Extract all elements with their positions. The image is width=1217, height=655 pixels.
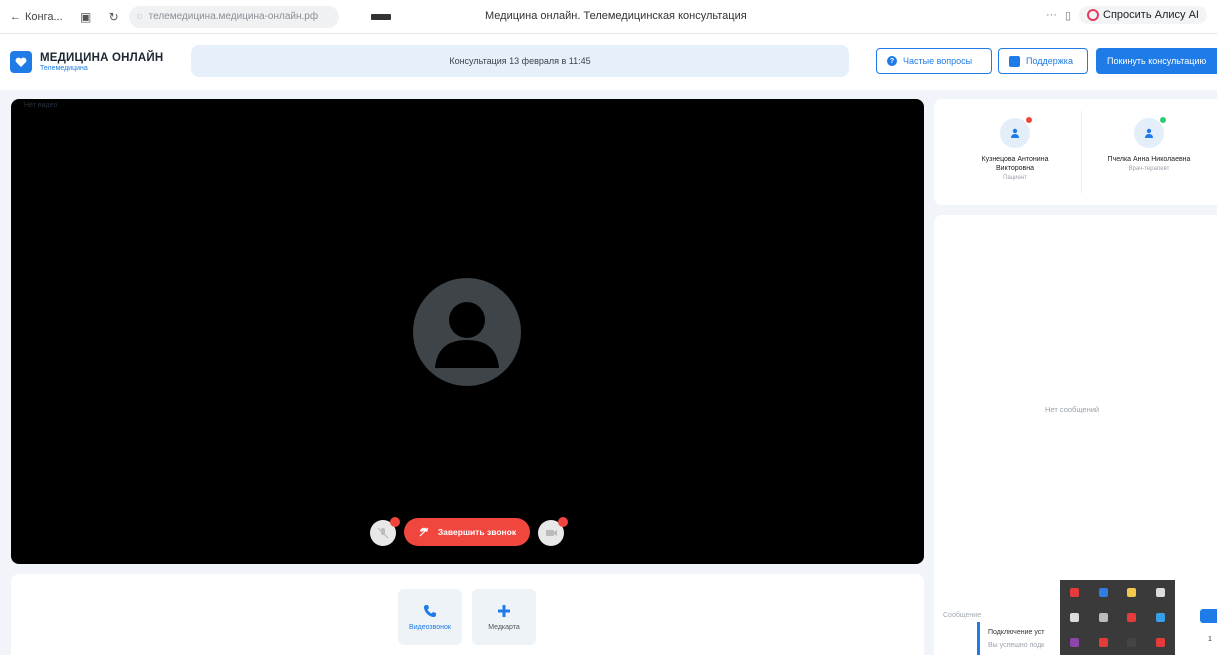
status-dot <box>1160 117 1166 123</box>
notification-subtitle: Вы успешно подк <box>988 642 1045 649</box>
address-text: телемедицина.медицина-онлайн.рф <box>148 11 319 22</box>
arrow-left-icon: ← <box>10 10 21 23</box>
end-call-button[interactable]: Завершить звонок <box>404 518 530 546</box>
pen-icon[interactable] <box>1156 588 1166 597</box>
address-bar[interactable]: ◌ телемедицина.медицина-онлайн.рф <box>128 5 339 28</box>
support-button[interactable]: Поддержка <box>998 48 1088 74</box>
send-button[interactable] <box>1200 609 1217 623</box>
connection-notification[interactable]: Подключение уст Вы успешно подк <box>977 622 1067 655</box>
page-tab-title: Медицина онлайн. Телемедицинская консуль… <box>485 10 747 22</box>
phone-icon <box>424 604 436 617</box>
mic-warning-badge <box>390 517 400 527</box>
alice-icon <box>1087 9 1100 21</box>
participants-panel: Кузнецова Антонина Викторовна Пациент Пч… <box>934 99 1217 205</box>
user-avatar-icon <box>413 278 521 386</box>
videocall-button[interactable]: Видеозвонок <box>398 589 462 645</box>
question-icon: ? <box>887 56 897 66</box>
medcard-button[interactable]: Медкарта <box>472 589 536 645</box>
check-icon[interactable] <box>1156 613 1166 622</box>
end-call-label: Завершить звонок <box>437 527 517 537</box>
videocall-label: Видеозвонок <box>409 623 451 631</box>
camera-off-icon <box>546 530 557 536</box>
browser-back-label: Конга... <box>25 10 63 23</box>
tabs-icon[interactable]: ▣ <box>79 10 93 24</box>
opera-icon[interactable] <box>1069 588 1079 597</box>
shield-icon: ◌ <box>136 11 143 22</box>
support-label: Поддержка <box>1026 56 1073 66</box>
logo-subtitle: Телемедицина <box>40 65 88 72</box>
system-tray-popup <box>1060 580 1175 655</box>
more-icon[interactable]: ··· <box>1046 9 1057 21</box>
participant-name: Пчелка Анна Николаевна <box>1107 156 1191 163</box>
person-icon <box>1011 128 1019 138</box>
record-icon[interactable] <box>1127 613 1137 622</box>
app-icon[interactable] <box>1127 588 1137 597</box>
microphone-button[interactable] <box>370 517 400 546</box>
bookmark-icon[interactable]: ▯ <box>1065 9 1071 22</box>
yandex-icon[interactable] <box>1156 638 1166 647</box>
leave-consultation-button[interactable]: Покинуть консультацию <box>1096 48 1217 74</box>
chat-icon <box>1009 55 1020 67</box>
microphone-off-icon <box>377 527 389 539</box>
window-icon[interactable] <box>1098 613 1108 622</box>
tab-indicator <box>370 13 391 20</box>
video-status-label: Нет видео <box>24 102 58 109</box>
heart-icon <box>10 51 32 73</box>
status-dot <box>1026 117 1032 123</box>
telegram-icon[interactable] <box>1069 613 1079 622</box>
notification-count: 1 <box>1208 636 1212 643</box>
participant-role: Пациент <box>1003 175 1027 181</box>
brush-icon[interactable] <box>1069 638 1079 647</box>
pencil-icon[interactable] <box>1127 638 1137 647</box>
plus-icon <box>498 604 510 617</box>
faq-button[interactable]: ? Частые вопросы <box>876 48 992 74</box>
browser-right-controls: ··· ▯ Спросить Алису AI <box>1046 6 1207 24</box>
ask-alice-label: Спросить Алису AI <box>1103 9 1199 21</box>
logo[interactable]: МЕДИЦИНА ОНЛАЙН Телемедицина <box>10 51 163 73</box>
hangup-icon <box>419 527 429 537</box>
message-input[interactable]: Сообщение <box>943 612 981 619</box>
browser-back-button[interactable]: ← Конга... <box>10 11 63 23</box>
bottom-toolbar <box>11 574 924 655</box>
notification-title: Подключение уст <box>988 629 1045 636</box>
camera-button[interactable] <box>538 517 568 546</box>
ask-alice-button[interactable]: Спросить Алису AI <box>1079 6 1207 24</box>
reload-icon[interactable]: ↻ <box>107 10 121 24</box>
doc-icon[interactable] <box>1098 638 1108 647</box>
consultation-info: Консультация 13 февраля в 11:45 <box>191 45 849 77</box>
leave-label: Покинуть консультацию <box>1107 56 1207 66</box>
chat-empty-label: Нет сообщений <box>1045 405 1100 414</box>
participant-avatar <box>1000 117 1032 148</box>
participant-doctor[interactable]: Пчелка Анна Николаевна Врач-терапевт <box>1084 117 1214 172</box>
participant-avatar <box>1134 117 1166 148</box>
browser-bar: ← Конга... ▣ ↻ ◌ телемедицина.медицина-о… <box>0 0 1217 34</box>
app-header: МЕДИЦИНА ОНЛАЙН Телемедицина Консультаци… <box>0 34 1217 90</box>
medcard-label: Медкарта <box>488 623 520 631</box>
participant-role: Врач-терапевт <box>1128 166 1170 172</box>
camera-warning-badge <box>558 517 568 527</box>
participant-patient[interactable]: Кузнецова Антонина Викторовна Пациент <box>950 117 1080 181</box>
logo-title: МЕДИЦИНА ОНЛАЙН <box>40 52 164 64</box>
participant-divider <box>1081 111 1082 193</box>
bluetooth-icon[interactable] <box>1098 588 1108 597</box>
faq-label: Частые вопросы <box>903 56 973 66</box>
person-icon <box>1145 128 1153 138</box>
participant-name: Кузнецова Антонина Викторовна <box>981 156 1049 172</box>
